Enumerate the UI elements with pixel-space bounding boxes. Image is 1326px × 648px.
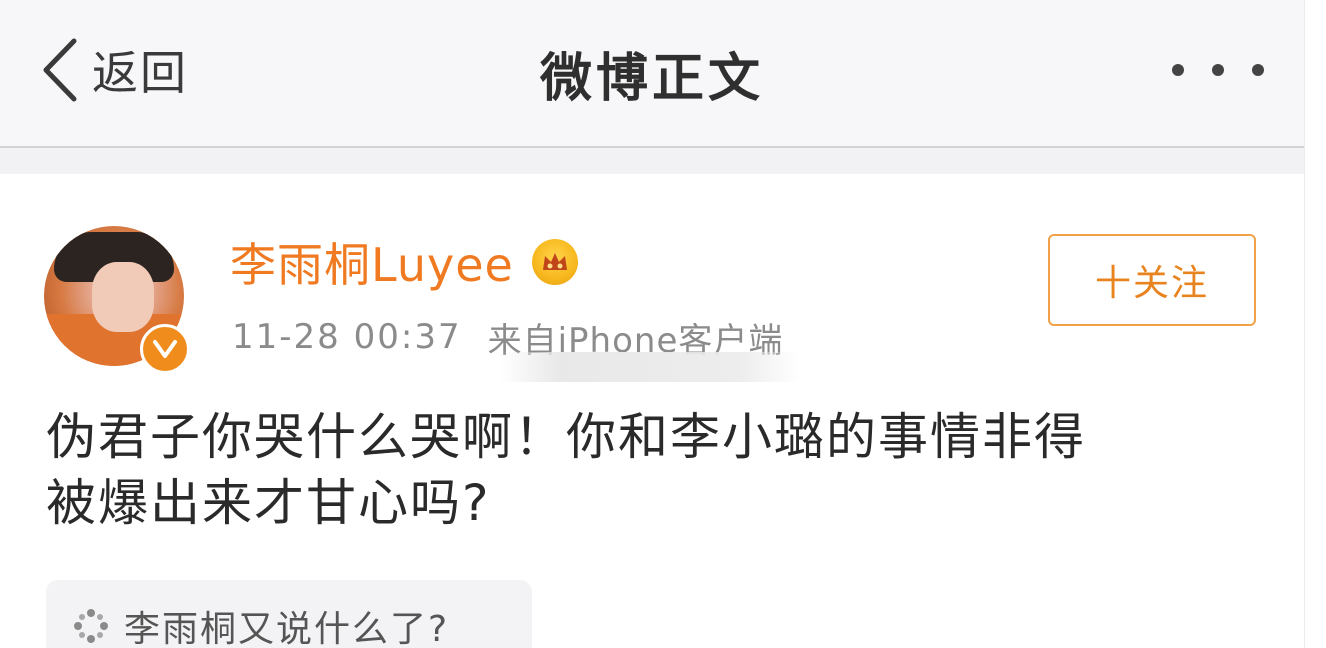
post-time: 11-28 00:37 xyxy=(232,317,462,357)
post-text-line: 伪君子你哭什么哭啊！你和李小璐的事情非得 xyxy=(46,408,1086,466)
topic-sparkle-icon xyxy=(74,609,108,643)
more-dots-icon xyxy=(1252,64,1264,76)
topic-label: 李雨桐又说什么了? xyxy=(124,609,450,648)
more-options-button[interactable] xyxy=(1172,56,1264,84)
blur-mask xyxy=(500,352,800,382)
more-dots-icon xyxy=(1172,64,1184,76)
topic-card[interactable]: 李雨桐又说什么了? xyxy=(46,580,532,648)
follow-button[interactable]: 十关注 xyxy=(1048,234,1256,326)
more-dots-icon xyxy=(1212,64,1224,76)
nav-gap xyxy=(0,148,1304,174)
weibo-post-page: 返回 微博正文 李雨桐Luyee 11-28 00:37 来自iPhone客户端… xyxy=(0,0,1326,648)
navigation-bar: 返回 微博正文 xyxy=(0,0,1304,146)
page-title: 微博正文 xyxy=(539,49,764,109)
verified-badge-icon xyxy=(140,324,190,374)
right-edge xyxy=(1304,0,1326,648)
crown-icon xyxy=(531,239,578,285)
post-text-line: 被爆出来才甘心吗? xyxy=(46,474,491,532)
post-content: 伪君子你哭什么哭啊！你和李小璐的事情非得 被爆出来才甘心吗? xyxy=(46,404,1256,536)
author-name[interactable]: 李雨桐Luyee xyxy=(230,229,514,295)
author-row: 李雨桐Luyee xyxy=(230,232,578,292)
